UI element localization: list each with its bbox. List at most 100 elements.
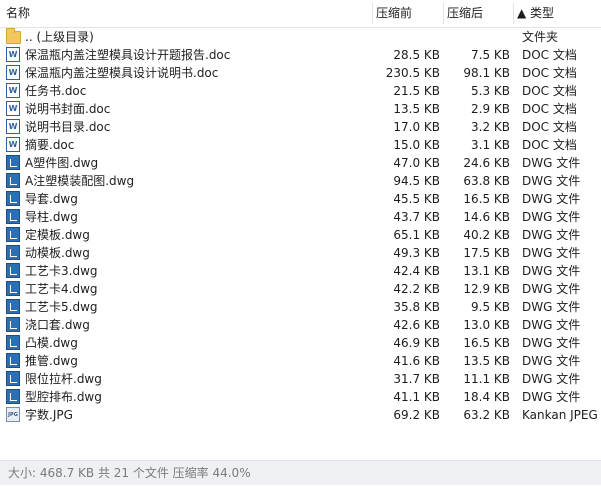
file-row[interactable]: 摘要.doc 15.0 KB 3.1 KB DOC 文档	[0, 136, 601, 154]
file-size: 49.3 KB	[393, 246, 440, 260]
file-type: DWG 文件	[522, 228, 581, 242]
column-header-size[interactable]: 压缩前	[376, 0, 412, 27]
file-type: DOC 文档	[522, 120, 577, 134]
file-compressed-size: 18.4 KB	[463, 390, 510, 404]
file-size: 47.0 KB	[393, 156, 440, 170]
file-compressed-size: 13.0 KB	[463, 318, 510, 332]
file-type: Kankan JPEG	[522, 408, 598, 422]
column-divider[interactable]	[372, 3, 373, 24]
doc-icon	[6, 47, 20, 62]
file-compressed-size: 3.2 KB	[471, 120, 510, 134]
dwg-icon	[6, 245, 20, 260]
file-compressed-size: 63.8 KB	[463, 174, 510, 188]
file-row[interactable]: 工艺卡4.dwg 42.2 KB 12.9 KB DWG 文件	[0, 280, 601, 298]
file-row[interactable]: 保温瓶内盖注塑模具设计说明书.doc 230.5 KB 98.1 KB DOC 文档	[0, 64, 601, 82]
jpg-icon	[6, 407, 20, 422]
file-size: 13.5 KB	[393, 102, 440, 116]
file-row[interactable]: 定模板.dwg 65.1 KB 40.2 KB DWG 文件	[0, 226, 601, 244]
file-row[interactable]: 动模板.dwg 49.3 KB 17.5 KB DWG 文件	[0, 244, 601, 262]
file-row[interactable]: 推管.dwg 41.6 KB 13.5 KB DWG 文件	[0, 352, 601, 370]
file-compressed-size: 16.5 KB	[463, 336, 510, 350]
dwg-icon	[6, 227, 20, 242]
file-type: DWG 文件	[522, 210, 581, 224]
file-type: DWG 文件	[522, 192, 581, 206]
file-compressed-size: 98.1 KB	[463, 66, 510, 80]
file-row[interactable]: 型腔排布.dwg 41.1 KB 18.4 KB DWG 文件	[0, 388, 601, 406]
dwg-icon	[6, 353, 20, 368]
file-type: DWG 文件	[522, 156, 581, 170]
file-row[interactable]: 工艺卡5.dwg 35.8 KB 9.5 KB DWG 文件	[0, 298, 601, 316]
file-type: DOC 文档	[522, 48, 577, 62]
file-type: DWG 文件	[522, 336, 581, 350]
file-type: DWG 文件	[522, 354, 581, 368]
file-name: A塑件图.dwg	[25, 156, 99, 170]
file-size: 15.0 KB	[393, 138, 440, 152]
file-row[interactable]: A注塑模装配图.dwg 94.5 KB 63.8 KB DWG 文件	[0, 172, 601, 190]
file-size: 21.5 KB	[393, 84, 440, 98]
file-compressed-size: 13.1 KB	[463, 264, 510, 278]
file-name: 定模板.dwg	[25, 228, 90, 242]
file-type: DWG 文件	[522, 390, 581, 404]
file-row[interactable]: 凸模.dwg 46.9 KB 16.5 KB DWG 文件	[0, 334, 601, 352]
file-size: 17.0 KB	[393, 120, 440, 134]
file-type: DOC 文档	[522, 138, 577, 152]
file-compressed-size: 3.1 KB	[471, 138, 510, 152]
file-type: 文件夹	[522, 30, 559, 44]
file-size: 65.1 KB	[393, 228, 440, 242]
file-type: DWG 文件	[522, 174, 581, 188]
file-name: 型腔排布.dwg	[25, 390, 102, 404]
column-divider[interactable]	[443, 3, 444, 24]
file-compressed-size: 40.2 KB	[463, 228, 510, 242]
file-type: DOC 文档	[522, 102, 577, 116]
file-row[interactable]: 浇口套.dwg 42.6 KB 13.0 KB DWG 文件	[0, 316, 601, 334]
dwg-icon	[6, 335, 20, 350]
file-size: 45.5 KB	[393, 192, 440, 206]
file-row[interactable]: 保温瓶内盖注塑模具设计开题报告.doc 28.5 KB 7.5 KB DOC 文档	[0, 46, 601, 64]
file-name: A注塑模装配图.dwg	[25, 174, 135, 188]
doc-icon	[6, 119, 20, 134]
file-size: 31.7 KB	[393, 372, 440, 386]
file-row[interactable]: A塑件图.dwg 47.0 KB 24.6 KB DWG 文件	[0, 154, 601, 172]
file-size: 69.2 KB	[393, 408, 440, 422]
file-name: 说明书目录.doc	[25, 120, 111, 134]
file-compressed-size: 2.9 KB	[471, 102, 510, 116]
file-row[interactable]: 导柱.dwg 43.7 KB 14.6 KB DWG 文件	[0, 208, 601, 226]
parent-directory-row[interactable]: .. (上级目录) 文件夹	[0, 28, 601, 46]
file-compressed-size: 11.1 KB	[463, 372, 510, 386]
file-row[interactable]: 限位拉杆.dwg 31.7 KB 11.1 KB DWG 文件	[0, 370, 601, 388]
file-row[interactable]: 说明书封面.doc 13.5 KB 2.9 KB DOC 文档	[0, 100, 601, 118]
file-type: DWG 文件	[522, 300, 581, 314]
doc-icon	[6, 137, 20, 152]
file-row[interactable]: 导套.dwg 45.5 KB 16.5 KB DWG 文件	[0, 190, 601, 208]
file-size: 46.9 KB	[393, 336, 440, 350]
file-name: 凸模.dwg	[25, 336, 78, 350]
dwg-icon	[6, 263, 20, 278]
doc-icon	[6, 83, 20, 98]
dwg-icon	[6, 317, 20, 332]
file-type: DOC 文档	[522, 84, 577, 98]
file-type: DWG 文件	[522, 372, 581, 386]
column-header: 名称 压缩前 压缩后 ▲ 类型	[0, 0, 601, 28]
file-compressed-size: 9.5 KB	[471, 300, 510, 314]
file-name: .. (上级目录)	[25, 30, 94, 44]
file-size: 41.6 KB	[393, 354, 440, 368]
file-row[interactable]: 工艺卡3.dwg 42.4 KB 13.1 KB DWG 文件	[0, 262, 601, 280]
column-header-type[interactable]: ▲ 类型	[517, 0, 554, 27]
column-divider[interactable]	[513, 3, 514, 24]
file-size: 230.5 KB	[385, 66, 440, 80]
file-row[interactable]: 说明书目录.doc 17.0 KB 3.2 KB DOC 文档	[0, 118, 601, 136]
file-compressed-size: 24.6 KB	[463, 156, 510, 170]
file-name: 摘要.doc	[25, 138, 75, 152]
file-row[interactable]: 字数.JPG 69.2 KB 63.2 KB Kankan JPEG	[0, 406, 601, 424]
file-compressed-size: 7.5 KB	[471, 48, 510, 62]
file-size: 42.4 KB	[393, 264, 440, 278]
file-name: 说明书封面.doc	[25, 102, 111, 116]
file-compressed-size: 5.3 KB	[471, 84, 510, 98]
file-compressed-size: 16.5 KB	[463, 192, 510, 206]
column-header-compressed[interactable]: 压缩后	[447, 0, 483, 27]
file-row[interactable]: 任务书.doc 21.5 KB 5.3 KB DOC 文档	[0, 82, 601, 100]
dwg-icon	[6, 173, 20, 188]
file-size: 94.5 KB	[393, 174, 440, 188]
column-header-name[interactable]: 名称	[6, 0, 30, 27]
doc-icon	[6, 65, 20, 80]
